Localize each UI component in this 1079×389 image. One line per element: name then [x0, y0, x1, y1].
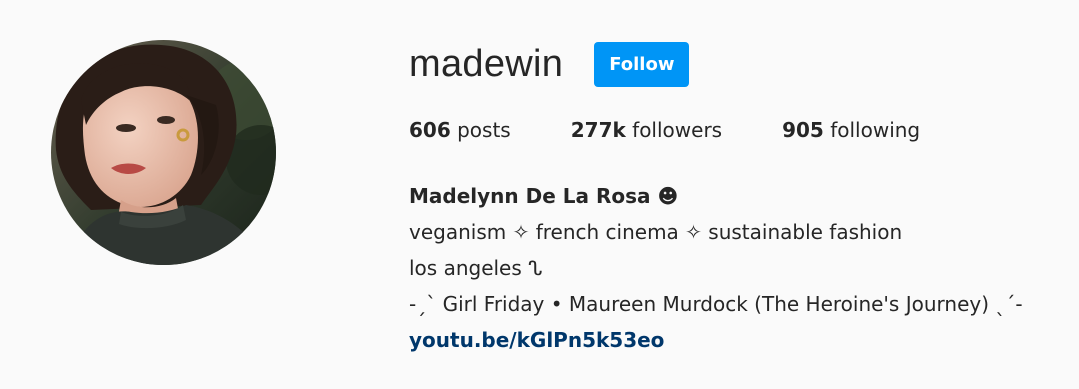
profile-photo-icon: [51, 40, 276, 265]
username: madewin: [409, 43, 564, 85]
followers-label: followers: [632, 118, 723, 142]
posts-stat: 606 posts: [409, 116, 511, 144]
followers-count: 277k: [570, 118, 626, 142]
posts-count: 606: [409, 118, 451, 142]
following-label: following: [830, 118, 921, 142]
following-stat[interactable]: 905 following: [782, 116, 920, 144]
follow-button[interactable]: Follow: [594, 41, 690, 87]
followers-stat[interactable]: 277k followers: [571, 116, 722, 144]
posts-label: posts: [457, 118, 511, 142]
bio: Madelynn De La Rosa ☻ veganism ✧ french …: [409, 178, 1023, 358]
following-count: 905: [782, 118, 824, 142]
stats-row: 606 posts 277k followers 905 following: [409, 116, 980, 144]
profile-header: madewin Follow 606 posts 277k followers …: [0, 0, 1079, 389]
bio-link[interactable]: youtu.be/kGlPn5k53eo: [409, 322, 1023, 358]
avatar[interactable]: [51, 40, 276, 265]
title-row: madewin Follow: [409, 40, 690, 88]
bio-line-2: los angeles ᔐ: [409, 256, 543, 280]
bio-line-1: veganism ✧ french cinema ✧ sustainable f…: [409, 220, 903, 244]
bio-line-3: -ˏˋ Girl Friday • Maureen Murdock (The H…: [409, 292, 1023, 316]
full-name: Madelynn De La Rosa ☻: [409, 184, 679, 208]
